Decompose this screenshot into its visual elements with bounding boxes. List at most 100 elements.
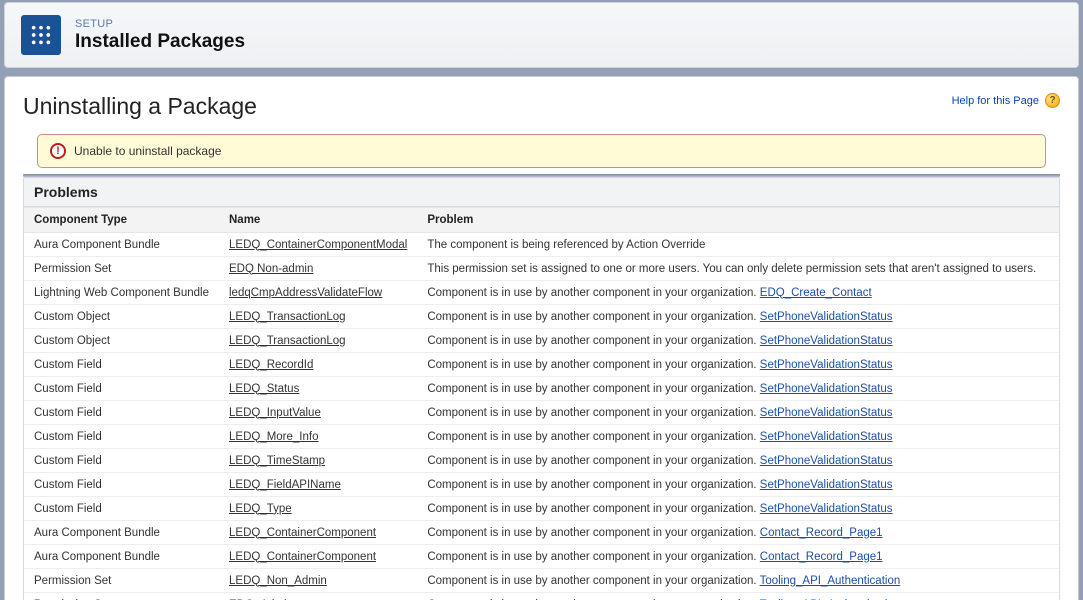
table-row: Lightning Web Component BundleledqCmpAdd…: [24, 281, 1059, 305]
cell-problem: Component is in use by another component…: [417, 353, 1059, 377]
problem-text: Component is in use by another component…: [427, 287, 759, 299]
cell-component-type: Custom Object: [24, 305, 219, 329]
cell-name: ledqCmpAddressValidateFlow: [219, 281, 417, 305]
cell-name: EDQ_Admin: [219, 593, 417, 600]
cell-problem: Component is in use by another component…: [417, 497, 1059, 521]
cell-component-type: Permission Set: [24, 569, 219, 593]
cell-problem: Component is in use by another component…: [417, 593, 1059, 600]
cell-name: LEDQ_Type: [219, 497, 417, 521]
table-row: Custom Field LEDQ_More_Info Component is i…: [24, 425, 1059, 449]
component-name-link[interactable]: LEDQ_ContainerComponent: [229, 551, 376, 563]
cell-component-type: Custom Field: [24, 401, 219, 425]
component-name-link[interactable]: LEDQ_ContainerComponent: [229, 527, 376, 539]
cell-name: LEDQ_Status: [219, 377, 417, 401]
cell-component-type: Aura Component Bundle: [24, 545, 219, 569]
problem-text: Component is in use by another component…: [427, 335, 759, 347]
component-name-link[interactable]: LEDQ_Type: [229, 503, 292, 515]
problems-panel: Problems Component Type Name Problem Aur…: [23, 177, 1060, 600]
component-name-link[interactable]: LEDQ_TransactionLog: [229, 311, 346, 323]
problem-reference-link[interactable]: SetPhoneValidationStatus: [760, 479, 893, 491]
problem-reference-link[interactable]: SetPhoneValidationStatus: [760, 503, 893, 515]
table-row: Custom Field LEDQ_InputValue Component is …: [24, 401, 1059, 425]
col-header-type: Component Type: [24, 208, 219, 233]
problem-text: Component is in use by another component…: [427, 503, 759, 515]
col-header-name: Name: [219, 208, 417, 233]
problem-reference-link[interactable]: Contact_Record_Page1: [760, 551, 883, 563]
cell-name: EDQ Non-admin: [219, 257, 417, 281]
component-name-link[interactable]: LEDQ_TransactionLog: [229, 335, 346, 347]
cell-name: LEDQ_FieldAPIName: [219, 473, 417, 497]
problem-text: The component is being referenced by Act…: [427, 239, 705, 251]
cell-problem: Component is in use by another component…: [417, 545, 1059, 569]
problem-text: Component is in use by another component…: [427, 311, 759, 323]
cell-problem: Component is in use by another component…: [417, 329, 1059, 353]
cell-name: LEDQ_Non_Admin: [219, 569, 417, 593]
cell-component-type: Custom Field: [24, 449, 219, 473]
problem-text: Component is in use by another component…: [427, 479, 759, 491]
component-name-link[interactable]: LEDQ_FieldAPIName: [229, 479, 341, 491]
problem-text: Component is in use by another component…: [427, 575, 759, 587]
error-icon: !: [50, 143, 66, 159]
cell-name: LEDQ_TransactionLog: [219, 305, 417, 329]
problems-table: Component Type Name Problem Aura Compone…: [24, 207, 1059, 600]
header-title: Installed Packages: [75, 31, 245, 53]
cell-component-type: Custom Field: [24, 497, 219, 521]
cell-problem: Component is in use by another component…: [417, 401, 1059, 425]
cell-name: LEDQ_ContainerComponent: [219, 521, 417, 545]
component-name-link[interactable]: ledqCmpAddressValidateFlow: [229, 287, 382, 299]
table-row: Permission SetEDQ_AdminComponent is in u…: [24, 593, 1059, 600]
component-name-link[interactable]: LEDQ_TimeStamp: [229, 455, 325, 467]
table-header-row: Component Type Name Problem: [24, 208, 1059, 233]
problem-reference-link[interactable]: Contact_Record_Page1: [760, 527, 883, 539]
component-name-link[interactable]: LEDQ_InputValue: [229, 407, 321, 419]
problem-reference-link[interactable]: SetPhoneValidationStatus: [760, 359, 893, 371]
cell-component-type: Custom Field: [24, 425, 219, 449]
cell-problem: Component is in use by another component…: [417, 449, 1059, 473]
cell-component-type: Aura Component Bundle: [24, 521, 219, 545]
problem-reference-link[interactable]: SetPhoneValidationStatus: [760, 455, 893, 467]
cell-problem: Component is in use by another component…: [417, 377, 1059, 401]
problem-reference-link[interactable]: SetPhoneValidationStatus: [760, 311, 893, 323]
cell-name: LEDQ_ContainerComponentModal: [219, 233, 417, 257]
problem-reference-link[interactable]: SetPhoneValidationStatus: [760, 431, 893, 443]
problem-reference-link[interactable]: Tooling_API_Authentication: [760, 575, 901, 587]
problem-reference-link[interactable]: SetPhoneValidationStatus: [760, 335, 893, 347]
cell-problem: Component is in use by another component…: [417, 425, 1059, 449]
problem-text: Component is in use by another component…: [427, 407, 759, 419]
problem-text: Component is in use by another component…: [427, 431, 759, 443]
cell-name: LEDQ_TimeStamp: [219, 449, 417, 473]
help-link[interactable]: Help for this Page ?: [952, 93, 1060, 108]
table-row: Permission Set LEDQ_Non_Admin Component is…: [24, 569, 1059, 593]
cell-problem: Component is in use by another component…: [417, 305, 1059, 329]
cell-component-type: Custom Field: [24, 353, 219, 377]
cell-problem: Component is in use by another component…: [417, 473, 1059, 497]
component-name-link[interactable]: LEDQ_RecordId: [229, 359, 313, 371]
cell-component-type: Custom Field: [24, 473, 219, 497]
component-name-link[interactable]: LEDQ_Non_Admin: [229, 575, 327, 587]
cell-name: LEDQ_More_Info: [219, 425, 417, 449]
table-row: Custom Field LEDQ_TimeStamp Component is i…: [24, 449, 1059, 473]
cell-problem: Component is in use by another component…: [417, 281, 1059, 305]
content-card: Uninstalling a Package Help for this Pag…: [4, 76, 1079, 600]
table-row: Custom Object LEDQ_TransactionLog Componen…: [24, 329, 1059, 353]
cell-component-type: Permission Set: [24, 593, 219, 600]
page-title: Uninstalling a Package: [23, 93, 257, 120]
breadcrumb: SETUP: [75, 18, 245, 30]
cell-name: LEDQ_InputValue: [219, 401, 417, 425]
problem-text: Component is in use by another component…: [427, 551, 759, 563]
table-row: Aura Component Bundle LEDQ_ContainerCompo…: [24, 545, 1059, 569]
table-row: Aura Component Bundle LEDQ_ContainerCompo…: [24, 521, 1059, 545]
col-header-problem: Problem: [417, 208, 1059, 233]
table-row: Custom Field LEDQ_RecordId Component is in…: [24, 353, 1059, 377]
table-row: Custom FieldLEDQ_StatusComponent is in u…: [24, 377, 1059, 401]
problem-reference-link[interactable]: EDQ_Create_Contact: [760, 287, 872, 299]
component-name-link[interactable]: LEDQ_More_Info: [229, 431, 319, 443]
component-name-link[interactable]: LEDQ_Status: [229, 383, 299, 395]
problem-reference-link[interactable]: SetPhoneValidationStatus: [760, 383, 893, 395]
problem-text: Component is in use by another component…: [427, 383, 759, 395]
component-name-link[interactable]: LEDQ_ContainerComponentModal: [229, 239, 407, 251]
cell-problem: Component is in use by another component…: [417, 521, 1059, 545]
component-name-link[interactable]: EDQ Non-admin: [229, 263, 313, 275]
problem-reference-link[interactable]: SetPhoneValidationStatus: [760, 407, 893, 419]
cell-component-type: Custom Object: [24, 329, 219, 353]
